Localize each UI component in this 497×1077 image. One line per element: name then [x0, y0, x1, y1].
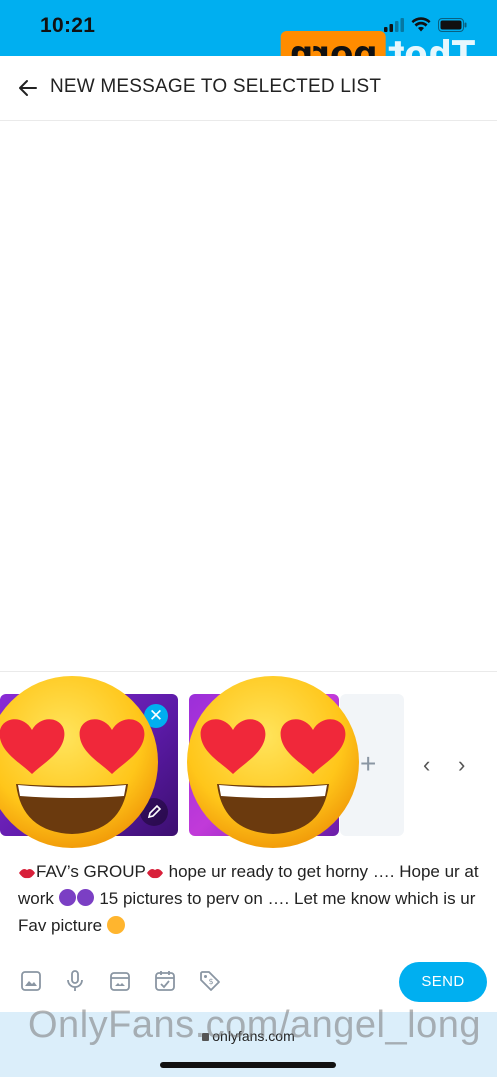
- watermark-url: OnlyFans.com/angel_long: [28, 1004, 481, 1046]
- header: NEW MESSAGE TO SELECTED LIST: [0, 56, 497, 121]
- message-body-area: [0, 121, 497, 672]
- gallery-icon[interactable]: [107, 968, 133, 994]
- message-input[interactable]: FAV’s GROUP hope ur ready to get horny ……: [18, 858, 483, 939]
- devil-icon: [76, 889, 94, 906]
- image-icon[interactable]: [18, 968, 44, 994]
- hot-face-icon: [106, 916, 125, 934]
- status-time: 10:21: [40, 14, 96, 37]
- send-button[interactable]: SEND: [399, 962, 487, 1002]
- lips-icon: [19, 868, 35, 878]
- microphone-icon[interactable]: [62, 968, 88, 994]
- calendar-check-icon[interactable]: [152, 968, 178, 994]
- home-indicator[interactable]: [160, 1062, 336, 1068]
- chevron-right-icon[interactable]: ›: [458, 752, 465, 778]
- heart-eyes-emoji-icon: [187, 676, 359, 848]
- lips-icon: [146, 868, 163, 878]
- price-tag-icon[interactable]: $: [197, 968, 223, 994]
- arrow-left-icon[interactable]: [16, 76, 40, 100]
- svg-text:$: $: [208, 977, 213, 986]
- chevron-left-icon[interactable]: ‹: [423, 752, 430, 778]
- page-title: NEW MESSAGE TO SELECTED LIST: [50, 76, 382, 97]
- message-text-part: FAV’s GROUP: [36, 862, 146, 881]
- devil-icon: [58, 889, 76, 906]
- heart-eyes-emoji-icon: [0, 676, 158, 848]
